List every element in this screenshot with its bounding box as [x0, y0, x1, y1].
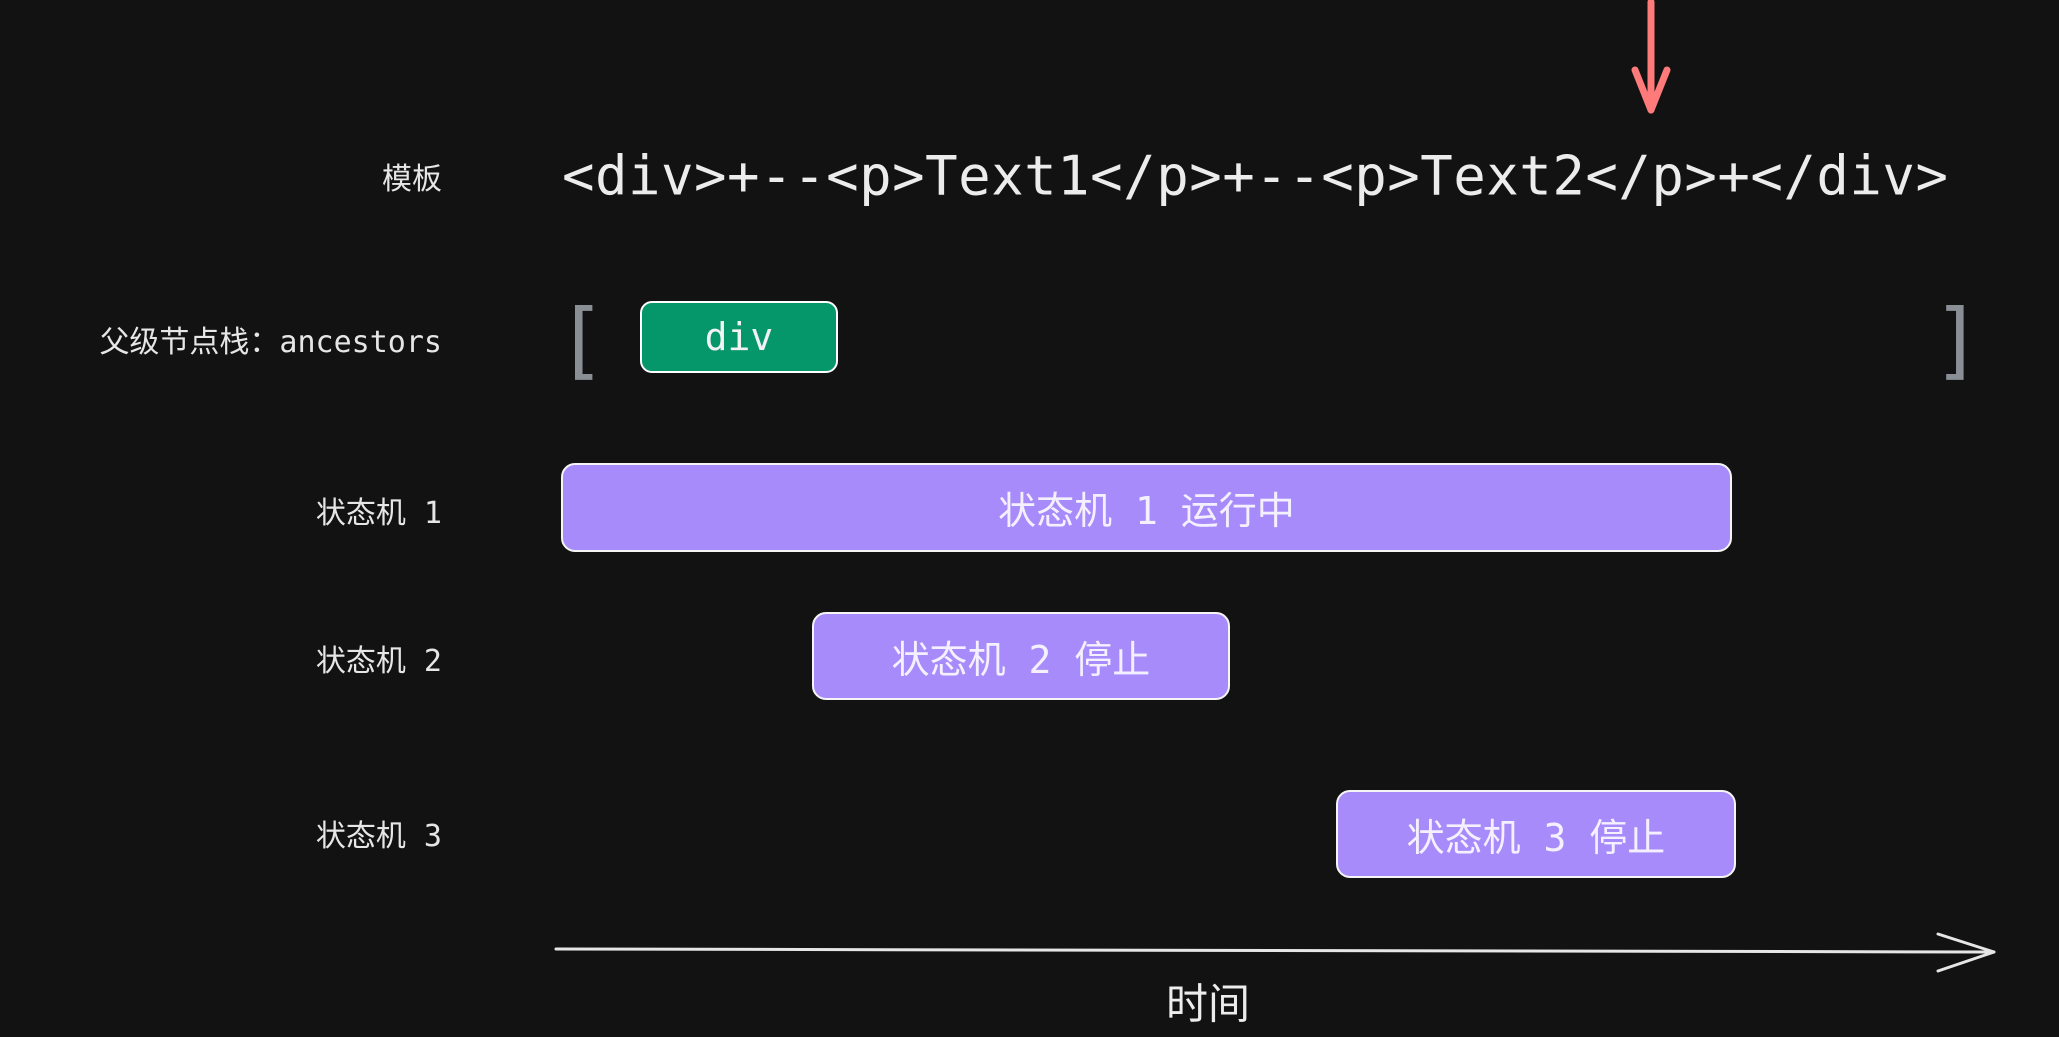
time-axis-arrow [554, 932, 1996, 973]
pointer-arrow-icon [1631, 0, 1671, 114]
time-axis-label: 时间 [1165, 979, 1251, 1029]
diagram-overlay [554, 0, 1996, 973]
